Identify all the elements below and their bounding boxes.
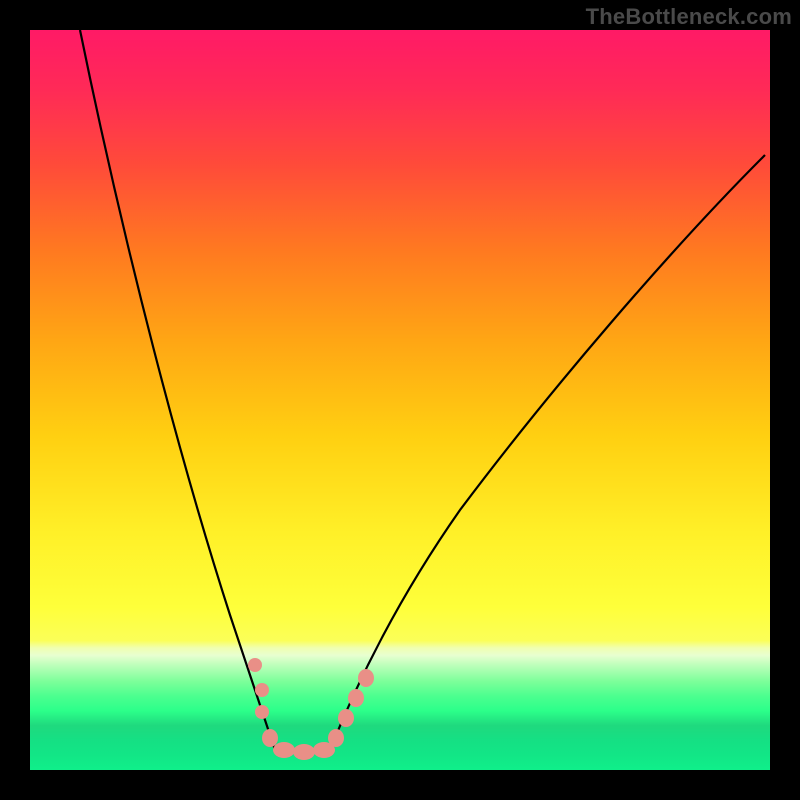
marker-dot (358, 669, 374, 687)
marker-dot (255, 683, 269, 697)
plot-area (30, 30, 770, 770)
marker-dot (262, 729, 278, 747)
marker-dot (273, 742, 295, 758)
marker-dot (248, 658, 262, 672)
marker-dot (293, 744, 315, 760)
watermark-text: TheBottleneck.com (586, 4, 792, 30)
marker-dot (338, 709, 354, 727)
marker-dot (255, 705, 269, 719)
chart-frame: TheBottleneck.com (0, 0, 800, 800)
marker-dot (348, 689, 364, 707)
left-curve (80, 30, 275, 750)
marker-group (248, 658, 374, 760)
marker-dot (328, 729, 344, 747)
right-curve (330, 155, 765, 750)
curve-overlay (30, 30, 770, 770)
